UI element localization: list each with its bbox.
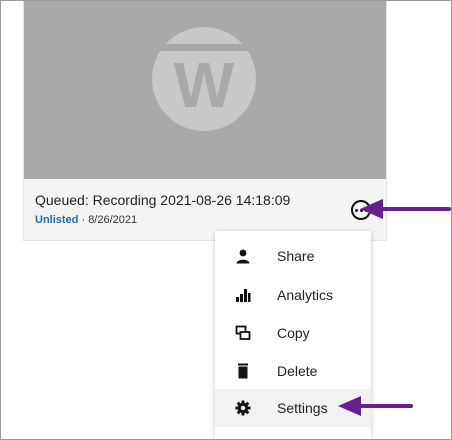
menu-item-label: Copy bbox=[277, 325, 310, 341]
annotation-arrow-icon bbox=[338, 396, 413, 416]
bar-chart-icon bbox=[235, 287, 251, 303]
menu-item-delete[interactable]: Delete bbox=[215, 352, 371, 390]
meta-separator: · bbox=[78, 214, 89, 226]
video-card[interactable]: W Queued: Recording 2021-08-26 14:18:09 … bbox=[23, 1, 387, 241]
copy-icon bbox=[235, 325, 251, 341]
menu-item-analytics[interactable]: Analytics bbox=[215, 276, 371, 314]
video-date: 8/26/2021 bbox=[88, 214, 138, 226]
trash-icon bbox=[235, 363, 251, 379]
screenshot-frame: W Queued: Recording 2021-08-26 14:18:09 … bbox=[0, 0, 452, 440]
logo-letter: W bbox=[173, 49, 235, 121]
menu-item-share[interactable]: Share bbox=[215, 237, 371, 275]
video-title[interactable]: Queued: Recording 2021-08-26 14:18:09 bbox=[35, 192, 290, 208]
video-thumbnail[interactable]: W bbox=[24, 1, 386, 179]
menu-item-label: Settings bbox=[277, 400, 328, 416]
person-icon bbox=[235, 248, 251, 264]
annotation-arrow-icon bbox=[360, 199, 451, 219]
visibility-status: Unlisted bbox=[35, 214, 79, 226]
brand-logo: W bbox=[152, 27, 256, 131]
menu-item-label: Analytics bbox=[277, 287, 334, 303]
more-dot bbox=[354, 208, 358, 212]
menu-item-label: Share bbox=[277, 248, 315, 264]
menu-item-copy[interactable]: Copy bbox=[215, 314, 371, 352]
gear-icon bbox=[235, 400, 251, 416]
video-meta: Unlisted · 8/26/2021 bbox=[35, 214, 137, 226]
menu-item-label: Delete bbox=[277, 363, 318, 379]
